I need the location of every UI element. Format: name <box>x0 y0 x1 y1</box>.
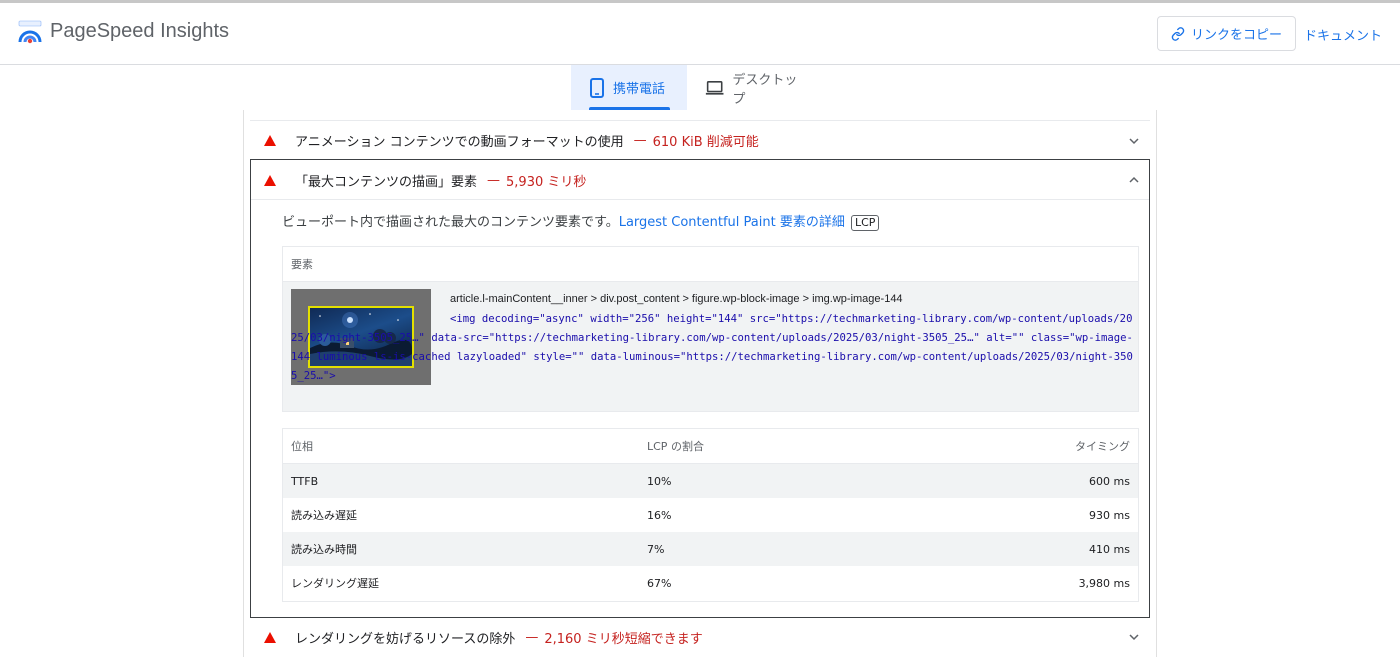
audit-separator: — <box>633 133 647 148</box>
phase-timing: 930 ms <box>1089 508 1130 522</box>
link-icon <box>1171 26 1185 41</box>
element-selector: article.l-mainContent__inner > div.post_… <box>450 293 903 305</box>
lcp-learn-more-link[interactable]: Largest Contentful Paint 要素の詳細 <box>619 215 845 230</box>
chevron-up-icon[interactable] <box>1128 174 1140 186</box>
phase-name: TTFB <box>291 474 319 488</box>
table-row: 読み込み時間 7% 410 ms <box>283 532 1138 566</box>
table-header: 位相 LCP の割合 タイミング <box>283 429 1138 464</box>
column-header-share: LCP の割合 <box>647 440 704 453</box>
phase-share: 7% <box>647 542 665 556</box>
audit-title: アニメーション コンテンツでの動画フォーマットの使用 <box>295 135 624 150</box>
element-row[interactable]: article.l-mainContent__inner > div.post_… <box>283 282 1138 411</box>
copy-link-label: リンクをコピー <box>1190 28 1282 43</box>
phase-share: 10% <box>647 474 672 488</box>
phase-timing: 3,980 ms <box>1078 576 1130 590</box>
element-column-header: 要素 <box>283 247 1138 282</box>
phase-name: レンダリング遅延 <box>291 577 379 590</box>
docs-link[interactable]: ドキュメント <box>1304 25 1382 44</box>
tab-mobile-label: 携帯電話 <box>613 82 666 97</box>
audit-render-blocking[interactable]: レンダリングを妨げるリソースの除外 — 2,160 ミリ秒短縮できます <box>250 617 1150 657</box>
pagespeed-logo-icon[interactable] <box>18 20 42 44</box>
app-header: PageSpeed Insights リンクをコピー ドキュメント <box>0 3 1400 65</box>
column-header-phase: 位相 <box>291 440 313 453</box>
phase-share: 16% <box>647 508 672 522</box>
lcp-description-text: ビューポート内で描画された最大のコンテンツ要素です。 <box>282 215 619 230</box>
audit-title: 「最大コンテンツの描画」要素 <box>295 174 478 190</box>
tab-desktop-label: デスクトップ <box>732 72 798 107</box>
chevron-down-icon[interactable] <box>1128 135 1140 147</box>
tab-desktop[interactable]: デスクトップ <box>687 65 819 110</box>
audit-separator: — <box>525 629 539 645</box>
fail-triangle-icon <box>264 631 276 643</box>
audit-animated-content[interactable]: アニメーション コンテンツでの動画フォーマットの使用 — 610 KiB 削減可… <box>250 120 1150 160</box>
fail-triangle-icon <box>264 174 276 186</box>
audit-metric-value: 5,930 ミリ秒 <box>506 174 587 190</box>
device-tabs: 携帯電話 デスクトップ <box>571 65 819 110</box>
audit-separator: — <box>487 172 501 188</box>
table-row: レンダリング遅延 67% 3,980 ms <box>283 566 1138 600</box>
phase-timing: 410 ms <box>1089 542 1130 556</box>
lcp-element-table: 要素 article.l-mainContent__inner > div.po… <box>282 246 1139 412</box>
audit-title: レンダリングを妨げるリソースの除外 <box>295 631 516 647</box>
phase-name: 読み込み遅延 <box>291 509 357 522</box>
audit-lcp-element[interactable]: 「最大コンテンツの描画」要素 — 5,930 ミリ秒 <box>250 160 1150 200</box>
copy-link-button[interactable]: リンクをコピー <box>1157 16 1296 51</box>
lcp-description: ビューポート内で描画された最大のコンテンツ要素です。Largest Conten… <box>282 211 880 231</box>
chevron-down-icon[interactable] <box>1128 631 1140 643</box>
lcp-badge: LCP <box>851 215 880 231</box>
smartphone-icon <box>590 77 604 98</box>
element-html-snippet: <img decoding="async" width="256" height… <box>291 313 1133 382</box>
table-row: TTFB 10% 600 ms <box>283 464 1138 498</box>
phase-share: 67% <box>647 576 672 590</box>
fail-triangle-icon <box>264 135 276 146</box>
column-header-timing: タイミング <box>1075 440 1130 453</box>
brand-title[interactable]: PageSpeed Insights <box>50 20 229 43</box>
phase-timing: 600 ms <box>1089 474 1130 488</box>
audit-savings: 610 KiB 削減可能 <box>652 135 759 150</box>
lcp-phase-table: 位相 LCP の割合 タイミング TTFB 10% 600 ms 読み込み遅延 … <box>282 428 1139 602</box>
tab-mobile[interactable]: 携帯電話 <box>571 65 687 110</box>
laptop-icon <box>705 80 724 95</box>
audit-savings: 2,160 ミリ秒短縮できます <box>544 631 703 647</box>
table-row: 読み込み遅延 16% 930 ms <box>283 498 1138 532</box>
phase-name: 読み込み時間 <box>291 543 357 556</box>
